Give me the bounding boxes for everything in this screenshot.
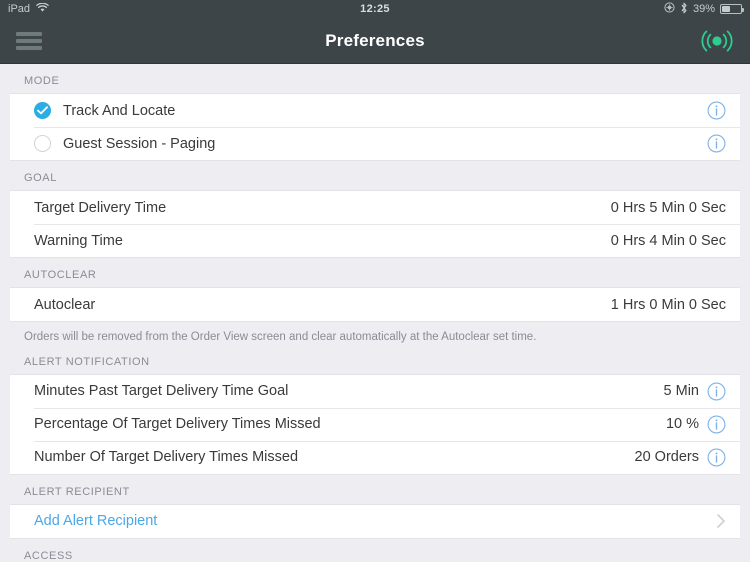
autoclear-footnote: Orders will be removed from the Order Vi… [24,331,537,343]
add-alert-recipient-label: Add Alert Recipient [34,513,158,530]
chevron-right-icon [716,513,726,529]
autoclear-row[interactable]: Autoclear 1 Hrs 0 Min 0 Sec [10,288,740,321]
info-icon[interactable] [707,101,726,120]
goal-row-target-delivery-time[interactable]: Target Delivery Time 0 Hrs 5 Min 0 Sec [10,191,740,224]
add-alert-recipient-button[interactable]: Add Alert Recipient [10,505,740,538]
navigation-bar: Preferences [0,18,750,64]
status-bar: iPad 12:25 39% [0,0,750,18]
broadcast-icon[interactable] [700,28,734,54]
alert-row-minutes-past-target[interactable]: Minutes Past Target Delivery Time Goal 5… [10,375,740,408]
section-header-mode: MODE [24,75,60,87]
battery-percent-label: 39% [692,3,715,15]
row-label: Target Delivery Time [34,199,167,216]
mode-option-guest-session-paging[interactable]: Guest Session - Paging [10,127,740,160]
section-card-autoclear: Autoclear 1 Hrs 0 Min 0 Sec [10,287,740,322]
section-header-goal: GOAL [24,172,57,184]
row-value: 10 % [665,416,699,433]
info-icon[interactable] [707,382,726,401]
section-card-goal: Target Delivery Time 0 Hrs 5 Min 0 Sec W… [10,190,740,258]
row-label: Percentage Of Target Delivery Times Miss… [34,416,321,433]
mode-option-label: Guest Session - Paging [63,135,216,152]
section-header-access: ACCESS [24,549,73,562]
section-header-alert-recipient: ALERT RECIPIENT [24,485,130,498]
row-value: 5 Min [663,383,699,400]
row-label: Minutes Past Target Delivery Time Goal [34,383,289,400]
mode-option-track-and-locate[interactable]: Track And Locate [10,94,740,127]
hamburger-bar [16,38,42,43]
hamburger-bar [16,45,42,50]
location-icon [664,2,675,16]
battery-icon [720,4,744,14]
row-value: 0 Hrs 5 Min 0 Sec [610,199,726,216]
hamburger-bar [16,31,42,36]
bluetooth-icon [680,2,688,17]
preferences-list[interactable]: MODE Track And Locate Guest Session - Pa… [0,64,750,562]
row-value: 1 Hrs 0 Min 0 Sec [610,296,726,313]
row-value: 20 Orders [634,449,699,466]
row-label: Autoclear [34,296,96,313]
hamburger-menu-icon[interactable] [16,31,42,50]
page-title: Preferences [325,30,425,50]
radio-unselected-icon[interactable] [34,135,51,152]
goal-row-warning-time[interactable]: Warning Time 0 Hrs 4 Min 0 Sec [10,224,740,257]
radio-selected-icon[interactable] [34,102,51,119]
section-card-alert-notification: Minutes Past Target Delivery Time Goal 5… [10,373,740,475]
status-bar-right: 39% [664,2,744,17]
status-bar-clock: 12:25 [360,3,390,15]
section-header-autoclear: AUTOCLEAR [24,269,97,281]
row-value: 0 Hrs 4 Min 0 Sec [610,232,726,249]
info-icon[interactable] [707,448,726,467]
alert-row-percentage-missed[interactable]: Percentage Of Target Delivery Times Miss… [10,407,740,441]
section-header-alert-notification: ALERT NOTIFICATION [24,355,150,368]
info-icon[interactable] [707,415,726,434]
section-card-alert-recipient: Add Alert Recipient [10,503,740,539]
mode-option-label: Track And Locate [63,102,176,119]
alert-row-number-missed[interactable]: Number Of Target Delivery Times Missed 2… [10,440,740,474]
row-label: Warning Time [34,232,123,249]
section-card-mode: Track And Locate Guest Session - Paging [10,93,740,161]
info-icon[interactable] [707,134,726,153]
row-label: Number Of Target Delivery Times Missed [34,449,299,466]
